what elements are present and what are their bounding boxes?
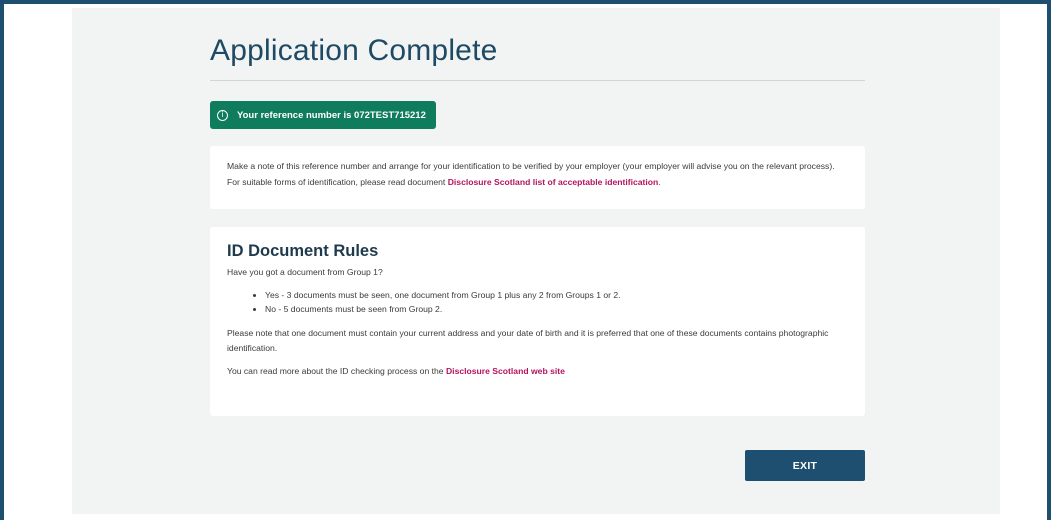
disclosure-scotland-website-link[interactable]: Disclosure Scotland web site (446, 366, 565, 376)
page-title: Application Complete (210, 34, 498, 67)
id-rules-more-text: You can read more about the ID checking … (227, 366, 446, 376)
reference-instructions-card: Make a note of this reference number and… (210, 146, 865, 209)
id-rules-list: Yes - 3 documents must be seen, one docu… (227, 289, 848, 316)
title-divider (210, 80, 865, 81)
info-circle-icon: i (217, 109, 228, 121)
main-panel: Application Complete i Your reference nu… (72, 8, 1000, 514)
reference-number-badge: i Your reference number is 072TEST715212 (210, 101, 436, 129)
list-item: Yes - 3 documents must be seen, one docu… (265, 289, 848, 303)
reference-number-text: Your reference number is 072TEST715212 (237, 109, 426, 121)
reference-instructions-suffix: . (658, 176, 661, 187)
id-document-rules-card: ID Document Rules Have you got a documen… (210, 227, 865, 416)
exit-button[interactable]: EXIT (745, 450, 865, 481)
list-item: No - 5 documents must be seen from Group… (265, 303, 848, 317)
id-rules-more-info: You can read more about the ID checking … (227, 365, 848, 378)
id-rules-question: Have you got a document from Group 1? (227, 267, 383, 277)
id-rules-heading: ID Document Rules (227, 242, 379, 260)
acceptable-identification-link[interactable]: Disclosure Scotland list of acceptable i… (448, 177, 659, 187)
window-frame: Application Complete i Your reference nu… (0, 0, 1051, 520)
id-rules-note: Please note that one document must conta… (227, 328, 829, 353)
